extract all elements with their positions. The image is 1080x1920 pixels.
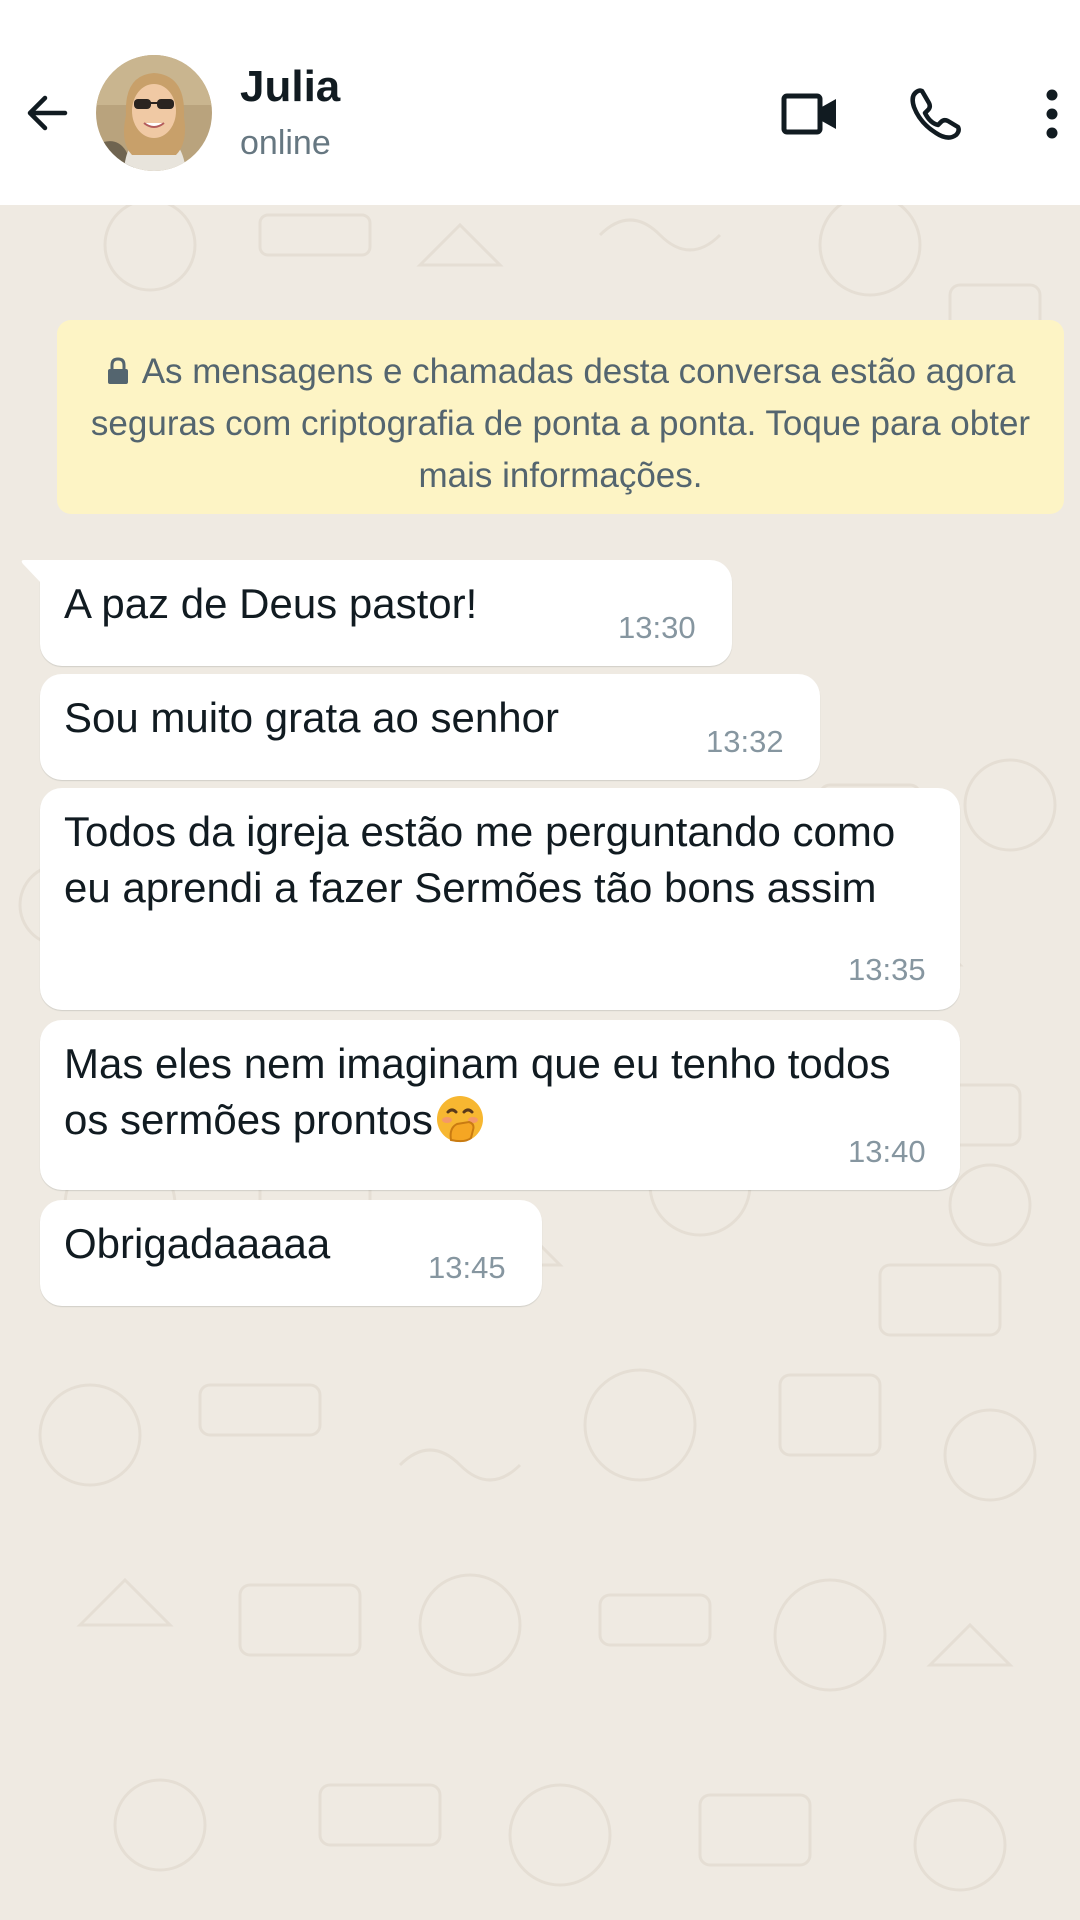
message-time: 13:40: [848, 1134, 926, 1169]
more-options-button[interactable]: [1030, 82, 1074, 146]
message-time: 13:32: [706, 724, 784, 759]
message-time: 13:30: [618, 610, 696, 645]
more-vertical-icon: [1046, 89, 1058, 139]
contact-name[interactable]: Julia: [240, 62, 340, 112]
message-time: 13:45: [428, 1250, 506, 1285]
message-text: Todos da igreja estão me perguntando com…: [64, 808, 907, 911]
video-camera-icon: [781, 93, 836, 135]
message-bubble[interactable]: Obrigadaaaaa 13:45: [40, 1200, 542, 1306]
contact-photo: [96, 55, 212, 171]
lock-icon: [107, 357, 128, 384]
encryption-notice[interactable]: As mensagens e chamadas desta conversa e…: [57, 320, 1064, 514]
chat-header: Julia online: [0, 0, 1080, 205]
video-call-button[interactable]: [778, 82, 842, 146]
message-text: A paz de Deus pastor!: [64, 580, 478, 627]
message-time: 13:35: [848, 952, 926, 987]
message-text: Mas eles nem imaginam que eu tenho todos…: [64, 1036, 894, 1148]
contact-status: online: [240, 124, 331, 162]
encryption-notice-text: As mensagens e chamadas desta conversa e…: [90, 352, 1031, 495]
voice-call-button[interactable]: [903, 82, 967, 146]
avatar[interactable]: [96, 55, 212, 171]
message-bubble[interactable]: A paz de Deus pastor! 13:30: [21, 560, 732, 666]
chat-screen: Julia online As mensagens e chamadas des…: [0, 0, 1080, 1920]
message-text: Obrigadaaaaa: [64, 1220, 331, 1267]
face-with-hand-over-mouth-emoji: [436, 1096, 483, 1143]
arrow-left-icon: [27, 95, 68, 131]
back-button[interactable]: [18, 84, 76, 142]
phone-icon: [910, 88, 961, 140]
message-text: Sou muito grata ao senhor: [64, 694, 559, 741]
message-bubble[interactable]: Todos da igreja estão me perguntando com…: [40, 788, 960, 1010]
bubble-tail: [21, 560, 42, 584]
message-bubble[interactable]: Mas eles nem imaginam que eu tenho todos…: [40, 1020, 960, 1190]
message-bubble[interactable]: Sou muito grata ao senhor 13:32: [40, 674, 820, 780]
